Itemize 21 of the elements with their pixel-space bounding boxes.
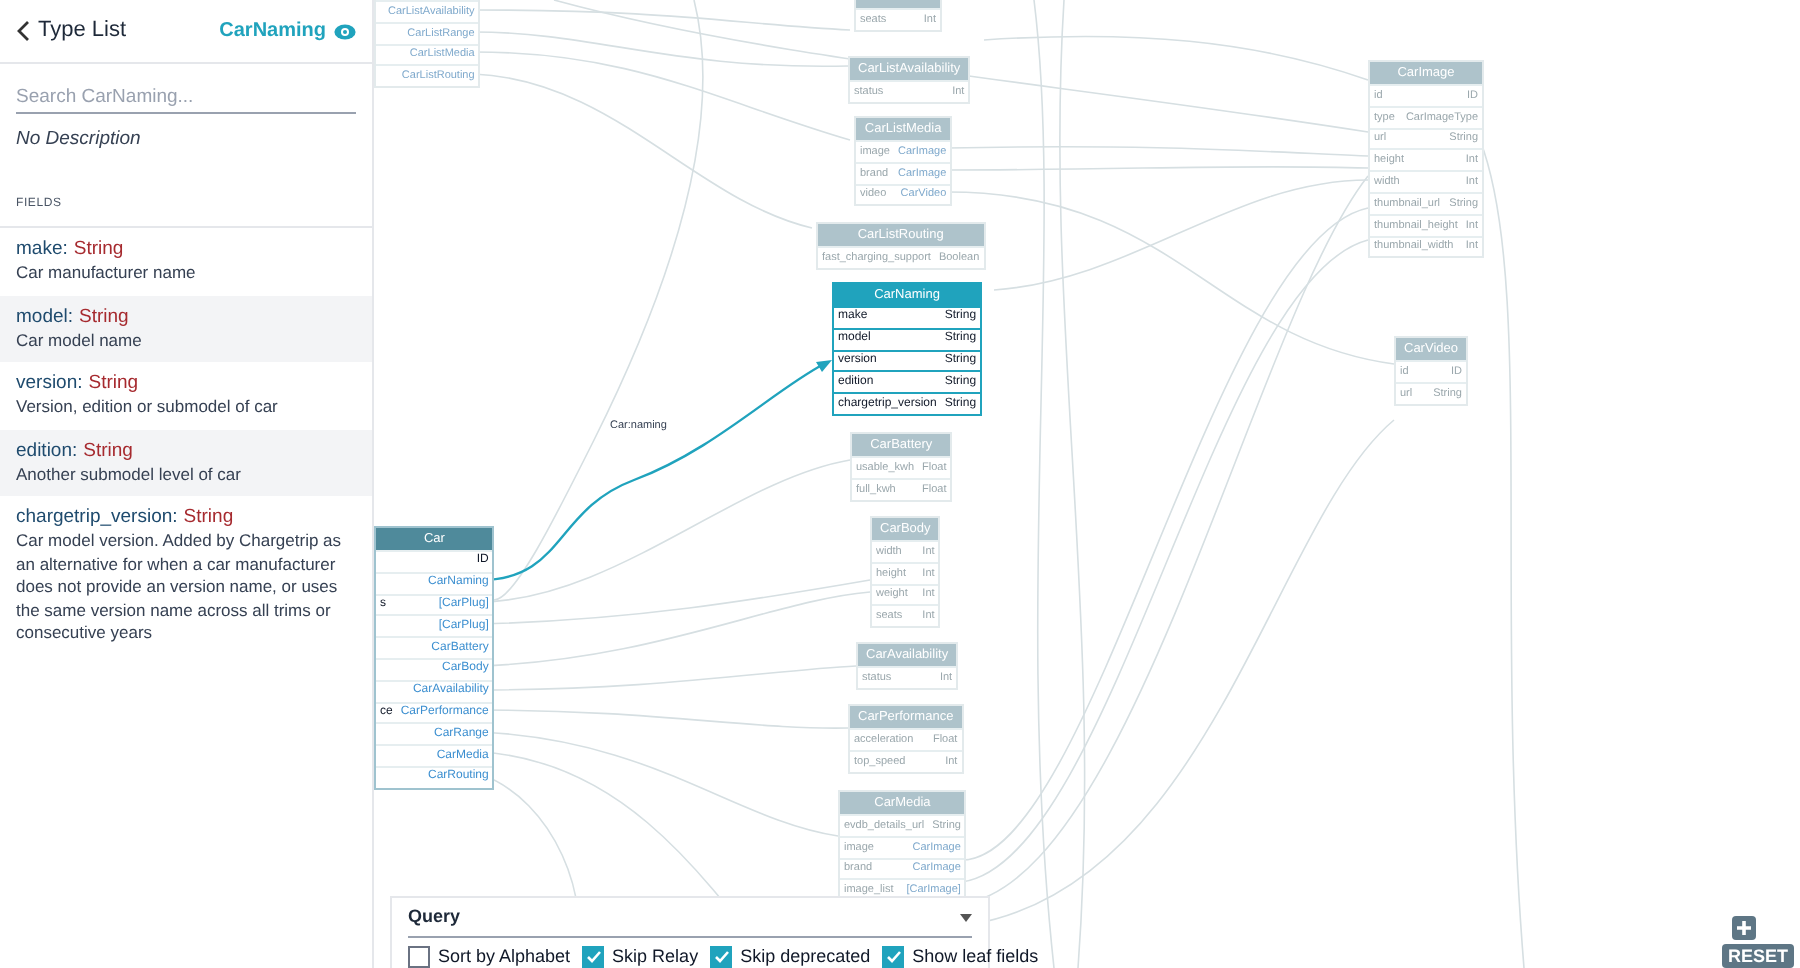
checkbox[interactable] xyxy=(710,946,733,968)
option-checkbox[interactable]: Skip Relay xyxy=(582,944,699,968)
chevron-left-icon xyxy=(16,20,30,42)
query-select[interactable]: Query xyxy=(408,898,972,938)
option-checkbox[interactable]: Skip deprecated xyxy=(710,944,871,968)
back-link[interactable]: Type List xyxy=(16,14,127,48)
caret-icon xyxy=(960,913,972,921)
plus-icon xyxy=(1736,920,1752,936)
search-field[interactable]: Search CarNaming... xyxy=(16,82,356,114)
checkbox[interactable] xyxy=(882,946,905,968)
type-description: No Description xyxy=(14,126,143,154)
field-item[interactable]: edition: String Another submodel level of car xyxy=(0,429,372,497)
reset-button[interactable]: RESET xyxy=(1722,944,1795,968)
option-checkbox[interactable]: Sort by Alphabet xyxy=(408,944,571,968)
zoom-in-button[interactable] xyxy=(1732,916,1756,940)
field-item[interactable]: model: String Car model name xyxy=(0,295,372,363)
eye-icon[interactable] xyxy=(334,23,356,39)
checkbox[interactable] xyxy=(408,946,430,968)
option-checkbox[interactable]: Show leaf fields xyxy=(882,944,1039,968)
checkbox[interactable] xyxy=(582,946,605,968)
type-name: CarNaming xyxy=(219,18,326,46)
